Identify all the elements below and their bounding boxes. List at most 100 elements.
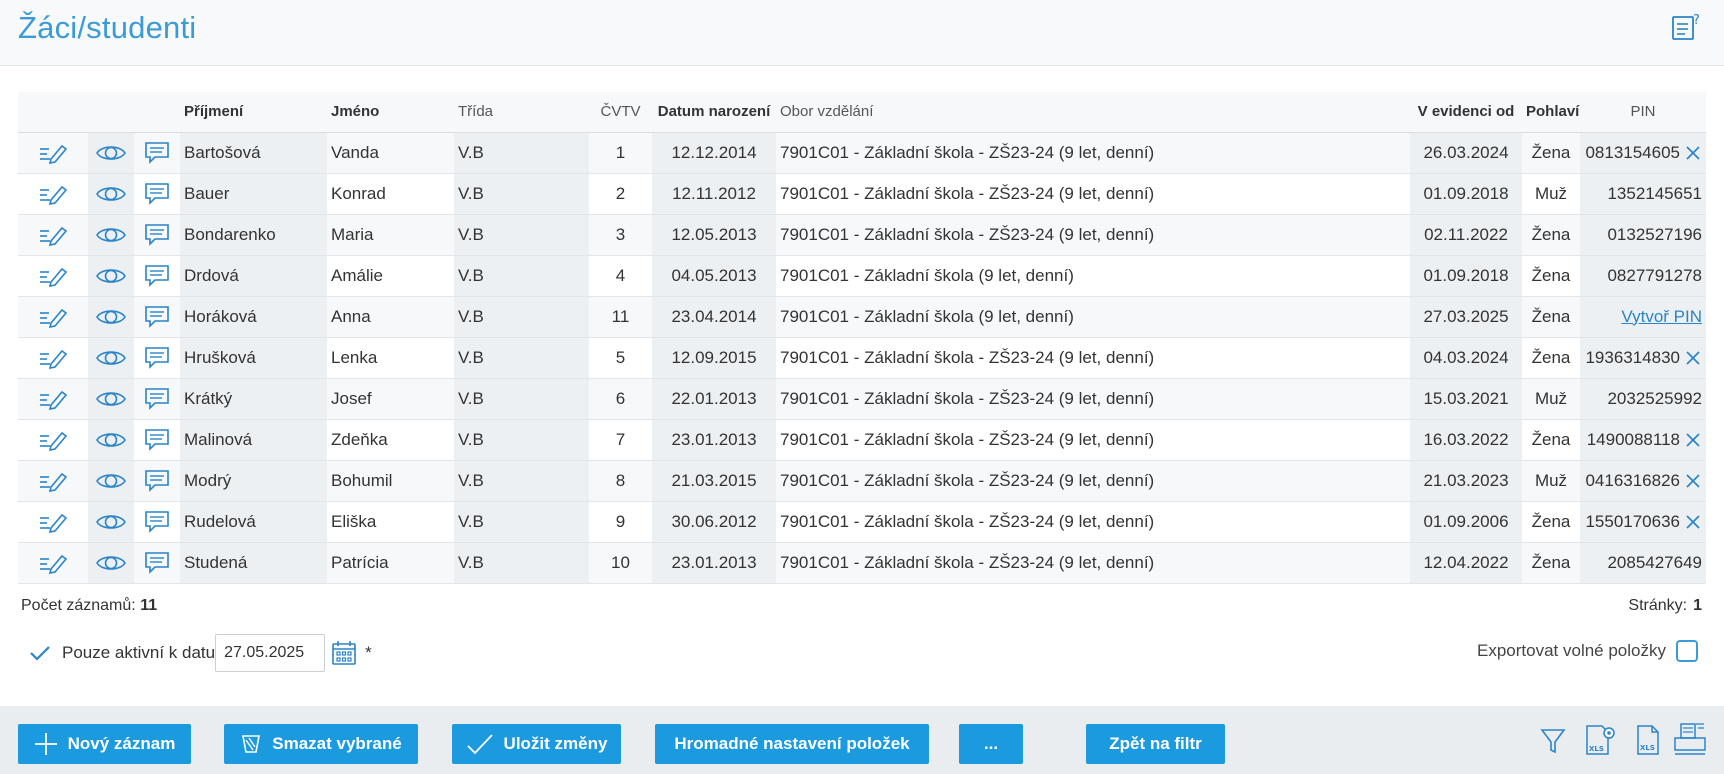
view-cell[interactable] — [88, 501, 134, 543]
message-icon[interactable] — [144, 141, 170, 165]
eye-icon[interactable] — [96, 184, 126, 204]
view-cell[interactable] — [88, 378, 134, 420]
message-icon[interactable] — [144, 346, 170, 370]
col-surname-header[interactable]: Příjmení — [180, 92, 327, 133]
message-icon[interactable] — [144, 387, 170, 411]
pencil-icon[interactable] — [38, 347, 68, 369]
more-button[interactable]: ... — [959, 724, 1023, 764]
edit-cell[interactable] — [18, 173, 88, 215]
bulk-settings-button[interactable]: Hromadné nastavení položek — [655, 724, 929, 764]
col-pin-header[interactable]: PIN — [1580, 92, 1706, 133]
view-cell[interactable] — [88, 173, 134, 215]
message-cell[interactable] — [134, 173, 180, 215]
pencil-icon[interactable] — [38, 265, 68, 287]
message-cell[interactable] — [134, 296, 180, 338]
view-cell[interactable] — [88, 337, 134, 379]
col-class-header[interactable]: Třída — [454, 92, 589, 133]
message-cell[interactable] — [134, 132, 180, 174]
message-icon[interactable] — [144, 428, 170, 452]
table-row[interactable]: Drdová Amálie V.B 4 04.05.2013 7901C01 - Zákl… — [18, 255, 1706, 297]
view-cell[interactable] — [88, 419, 134, 461]
close-icon[interactable] — [1684, 144, 1702, 162]
view-cell[interactable] — [88, 255, 134, 297]
message-icon[interactable] — [144, 469, 170, 493]
col-name-header[interactable]: Jméno — [327, 92, 454, 133]
message-cell[interactable] — [134, 501, 180, 543]
message-cell[interactable] — [134, 419, 180, 461]
message-cell[interactable] — [134, 337, 180, 379]
eye-icon[interactable] — [96, 430, 126, 450]
active-only-checkbox[interactable] — [28, 643, 52, 663]
delete-selected-button[interactable]: Smazat vybrané — [224, 724, 418, 764]
table-row[interactable]: Krátký Josef V.B 6 22.01.2013 7901C01 - Zákla… — [18, 378, 1706, 420]
xls-settings-icon[interactable]: XLS — [1582, 722, 1618, 758]
back-to-filter-button[interactable]: Zpět na filtr — [1086, 724, 1225, 764]
edit-cell[interactable] — [18, 419, 88, 461]
message-icon[interactable] — [144, 551, 170, 575]
col-gender-header[interactable]: Pohlaví — [1522, 92, 1580, 133]
create-pin-link[interactable]: Vytvoř PIN — [1621, 307, 1702, 326]
eye-icon[interactable] — [96, 348, 126, 368]
eye-icon[interactable] — [96, 266, 126, 286]
edit-cell[interactable] — [18, 255, 88, 297]
eye-icon[interactable] — [96, 553, 126, 573]
table-row[interactable]: Horáková Anna V.B 11 23.04.2014 7901C01 - Zák… — [18, 296, 1706, 338]
pencil-icon[interactable] — [38, 142, 68, 164]
message-icon[interactable] — [144, 223, 170, 247]
filter-icon[interactable] — [1540, 726, 1566, 756]
edit-cell[interactable] — [18, 542, 88, 584]
view-cell[interactable] — [88, 132, 134, 174]
edit-cell[interactable] — [18, 501, 88, 543]
pencil-icon[interactable] — [38, 470, 68, 492]
message-cell[interactable] — [134, 460, 180, 502]
table-row[interactable]: Studená Patrícia V.B 10 23.01.2013 7901C01 - … — [18, 542, 1706, 584]
col-cvtv-header[interactable]: ČVTV — [589, 92, 652, 133]
export-free-items-checkbox[interactable] — [1676, 640, 1698, 662]
pencil-icon[interactable] — [38, 511, 68, 533]
view-cell[interactable] — [88, 542, 134, 584]
pencil-icon[interactable] — [38, 306, 68, 328]
col-registered-header[interactable]: V evidenci od — [1410, 92, 1522, 133]
pencil-icon[interactable] — [38, 183, 68, 205]
table-row[interactable]: Modrý Bohumil V.B 8 21.03.2015 7901C01 - Zákl… — [18, 460, 1706, 502]
view-cell[interactable] — [88, 214, 134, 256]
page-1-link[interactable]: 1 — [1693, 597, 1702, 614]
active-date-input[interactable] — [215, 634, 326, 672]
eye-icon[interactable] — [96, 471, 126, 491]
table-row[interactable]: Bondarenko Maria V.B 3 12.05.2013 7901C01 - Z… — [18, 214, 1706, 256]
view-cell[interactable] — [88, 296, 134, 338]
close-icon[interactable] — [1684, 431, 1702, 449]
close-icon[interactable] — [1684, 472, 1702, 490]
table-row[interactable]: Bartošová Vanda V.B 1 12.12.2014 7901C01 - Zá… — [18, 132, 1706, 174]
table-row[interactable]: Bauer Konrad V.B 2 12.11.2012 7901C01 - Zákla… — [18, 173, 1706, 215]
edit-cell[interactable] — [18, 132, 88, 174]
message-icon[interactable] — [144, 182, 170, 206]
message-cell[interactable] — [134, 542, 180, 584]
save-changes-button[interactable]: Uložit změny — [452, 724, 621, 764]
edit-cell[interactable] — [18, 460, 88, 502]
help-document-icon[interactable]: ? — [1670, 12, 1702, 42]
calendar-icon[interactable] — [331, 640, 357, 666]
edit-cell[interactable] — [18, 214, 88, 256]
message-icon[interactable] — [144, 264, 170, 288]
edit-cell[interactable] — [18, 296, 88, 338]
pencil-icon[interactable] — [38, 429, 68, 451]
new-record-button[interactable]: Nový záznam — [18, 724, 191, 764]
eye-icon[interactable] — [96, 307, 126, 327]
message-cell[interactable] — [134, 255, 180, 297]
xls-icon[interactable]: XLS — [1634, 722, 1662, 758]
close-icon[interactable] — [1684, 513, 1702, 531]
table-row[interactable]: Rudelová Eliška V.B 9 30.06.2012 7901C01 - Zá… — [18, 501, 1706, 543]
table-row[interactable]: Hrušková Lenka V.B 5 12.09.2015 7901C01 - Zák… — [18, 337, 1706, 379]
edit-cell[interactable] — [18, 337, 88, 379]
message-cell[interactable] — [134, 214, 180, 256]
pencil-icon[interactable] — [38, 224, 68, 246]
eye-icon[interactable] — [96, 225, 126, 245]
pencil-icon[interactable] — [38, 388, 68, 410]
message-icon[interactable] — [144, 305, 170, 329]
table-row[interactable]: Malinová Zdeňka V.B 7 23.01.2013 7901C01 - Zá… — [18, 419, 1706, 461]
message-cell[interactable] — [134, 378, 180, 420]
eye-icon[interactable] — [96, 512, 126, 532]
pencil-icon[interactable] — [38, 552, 68, 574]
message-icon[interactable] — [144, 510, 170, 534]
